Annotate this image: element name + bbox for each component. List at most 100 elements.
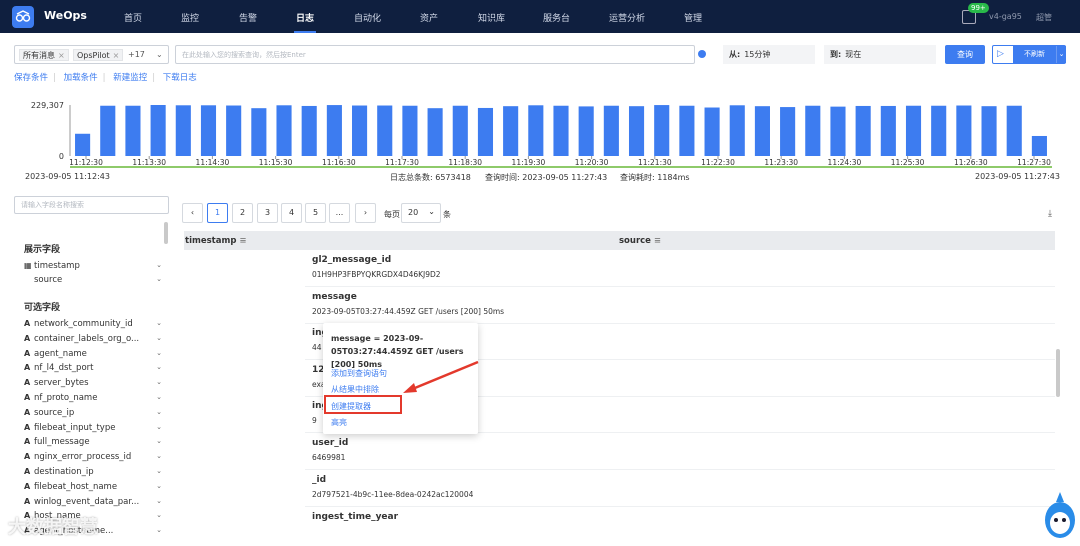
chevron-down-icon[interactable]: ⌄ [156, 467, 162, 475]
optional-field-item[interactable]: Aserver_bytes ⌄ [24, 378, 162, 388]
weops-logo-icon[interactable] [12, 6, 34, 28]
page-button[interactable]: 3 [257, 203, 278, 223]
column-header-timestamp[interactable]: timestamp ≡ [185, 236, 247, 246]
x-tick-label: 11:25:30 [891, 158, 925, 167]
chevron-down-icon[interactable]: ⌄ [156, 378, 162, 386]
query-button[interactable]: 查询 [945, 45, 985, 64]
stream-tag[interactable]: 所有消息 × [19, 49, 69, 61]
close-icon[interactable]: × [58, 51, 65, 60]
page-button[interactable]: 2 [232, 203, 253, 223]
nav-item-log[interactable]: 日志 [293, 11, 317, 33]
field-panel-scrollbar[interactable] [164, 222, 168, 244]
stream-tag-more[interactable]: +17 [128, 50, 145, 59]
add-to-query-menu-item[interactable]: 添加到查询语句 [331, 368, 387, 379]
optional-field-item[interactable]: Anginx_error_process_id ⌄ [24, 452, 162, 462]
chevron-down-icon[interactable]: ⌄ [156, 497, 162, 505]
chevron-down-icon[interactable]: ⌄ [156, 319, 162, 327]
results-scrollbar[interactable] [1056, 349, 1060, 397]
optional-field-item[interactable]: Aagent_name ⌄ [24, 349, 162, 359]
nav-item-service-desk[interactable]: 服务台 [543, 11, 570, 24]
display-field-item[interactable]: source ⌄ [24, 275, 162, 285]
refresh-button[interactable]: 不刷新 [1013, 46, 1056, 63]
optional-field-item[interactable]: Afilebeat_input_type ⌄ [24, 423, 162, 433]
optional-field-item[interactable]: Awinlog_event_data_par... ⌄ [24, 497, 162, 507]
search-input[interactable]: 在此处输入您的搜索查询，然后按Enter [175, 45, 695, 64]
load-condition-link[interactable]: 加载条件 [64, 73, 98, 83]
chevron-down-icon[interactable]: ⌄ [156, 275, 162, 283]
field-value[interactable]: 2d797521-4b9c-11ee-8dea-0242ac120004 [312, 490, 473, 499]
nav-item-admin[interactable]: 管理 [684, 11, 702, 24]
optional-field-item[interactable]: Afilebeat_host_name ⌄ [24, 482, 162, 492]
nav-item-monitor[interactable]: 监控 [181, 11, 199, 24]
save-condition-link[interactable]: 保存条件 [14, 73, 48, 83]
chevron-down-icon[interactable]: ⌄ [156, 261, 162, 269]
filter-icon[interactable]: ≡ [239, 236, 246, 246]
time-to-selector[interactable]: 到: 现在 [824, 45, 936, 64]
text-type-icon: A [24, 393, 31, 402]
nav-item-analytics[interactable]: 运营分析 [609, 11, 645, 24]
chevron-down-icon[interactable]: ⌄ [156, 511, 162, 519]
chevron-down-icon[interactable]: ⌄ [156, 408, 162, 416]
page-button[interactable]: 1 [207, 203, 228, 223]
display-field-item[interactable]: ▦ timestamp ⌄ [24, 261, 162, 271]
chevron-down-icon[interactable]: ⌄ [156, 437, 162, 445]
field-value[interactable]: 2023-09-05T03:27:44.459Z GET /users [200… [312, 307, 504, 316]
chevron-down-icon[interactable]: ⌄ [156, 334, 162, 342]
histogram-bar [704, 107, 720, 156]
new-monitor-link[interactable]: 新建监控 [113, 73, 147, 83]
optional-field-item[interactable]: Anf_l4_dst_port ⌄ [24, 363, 162, 373]
nav-item-alert[interactable]: 告警 [239, 11, 257, 24]
field-value[interactable]: 6469981 [312, 453, 345, 462]
page-ellipsis[interactable]: ... [329, 203, 350, 223]
chevron-down-icon[interactable]: ⌄ [156, 50, 163, 59]
query-time: 查询时间: 2023-09-05 11:27:43 [485, 172, 607, 183]
filter-icon[interactable]: ≡ [654, 236, 661, 246]
chevron-down-icon[interactable]: ⌄ [156, 423, 162, 431]
optional-field-item[interactable]: Anf_proto_name ⌄ [24, 393, 162, 403]
histogram-bar [528, 105, 544, 156]
field-value[interactable]: 9 [312, 416, 317, 425]
download-icon[interactable]: ⤓ [1048, 209, 1052, 219]
highlight-menu-item[interactable]: 高亮 [331, 417, 347, 428]
next-page-button[interactable]: › [355, 203, 376, 223]
optional-field-item[interactable]: Afull_message ⌄ [24, 437, 162, 447]
nav-item-automation[interactable]: 自动化 [354, 11, 381, 24]
download-log-link[interactable]: 下载日志 [163, 73, 197, 83]
column-header-source[interactable]: source ≡ [619, 236, 661, 246]
chevron-down-icon[interactable]: ⌄ [1056, 46, 1066, 63]
chevron-down-icon[interactable]: ⌄ [156, 452, 162, 460]
query-bar: 所有消息 × OpsPilot × +17 ⌄ 在此处输入您的搜索查询，然后按Ent… [0, 33, 1080, 90]
nav-item-assets[interactable]: 资产 [420, 11, 438, 24]
field-value[interactable]: 01H9HP3FBPYQKRGDX4D46KJ9D2 [312, 270, 441, 279]
refresh-control[interactable]: ▷ 不刷新 ⌄ [992, 45, 1066, 64]
optional-field-item[interactable]: Asource_ip ⌄ [24, 408, 162, 418]
optional-field-item[interactable]: Acontainer_labels_org_o... ⌄ [24, 334, 162, 344]
nav-item-home[interactable]: 首页 [124, 11, 142, 24]
optional-field-item[interactable]: Anetwork_community_id ⌄ [24, 319, 162, 329]
chevron-down-icon[interactable]: ⌄ [156, 393, 162, 401]
play-icon[interactable]: ▷ [997, 49, 1010, 60]
chevron-down-icon[interactable]: ⌄ [156, 363, 162, 371]
user-name[interactable]: v4-ga95 [989, 12, 1022, 21]
chevron-down-icon[interactable]: ⌄ [156, 526, 162, 534]
exclude-from-results-menu-item[interactable]: 从结果中排除 [331, 384, 379, 395]
stream-tag[interactable]: OpsPilot × [73, 49, 124, 61]
field-search-input[interactable]: 请输入字段名称搜索 [14, 196, 169, 214]
prev-page-button[interactable]: ‹ [182, 203, 203, 223]
divider: | [152, 73, 156, 83]
close-icon[interactable]: × [113, 51, 120, 60]
page-button[interactable]: 4 [281, 203, 302, 223]
page-size-select[interactable]: 20 ⌄ [401, 203, 441, 223]
field-value[interactable]: 44 [312, 343, 322, 352]
brand-name[interactable]: WeOps [44, 9, 87, 22]
stream-selector[interactable]: 所有消息 × OpsPilot × +17 ⌄ [14, 45, 169, 64]
chevron-down-icon[interactable]: ⌄ [156, 349, 162, 357]
time-from-selector[interactable]: 从: 15分钟 [723, 45, 815, 64]
optional-field-item[interactable]: Adestination_ip ⌄ [24, 467, 162, 477]
chevron-down-icon[interactable]: ⌄ [156, 482, 162, 490]
assistant-mascot-icon[interactable] [1042, 490, 1078, 545]
hint-bulb-icon[interactable] [698, 50, 706, 58]
nav-item-knowledge[interactable]: 知识库 [478, 11, 505, 24]
user-role-dropdown[interactable]: 超管 [1036, 12, 1052, 23]
page-button[interactable]: 5 [305, 203, 326, 223]
